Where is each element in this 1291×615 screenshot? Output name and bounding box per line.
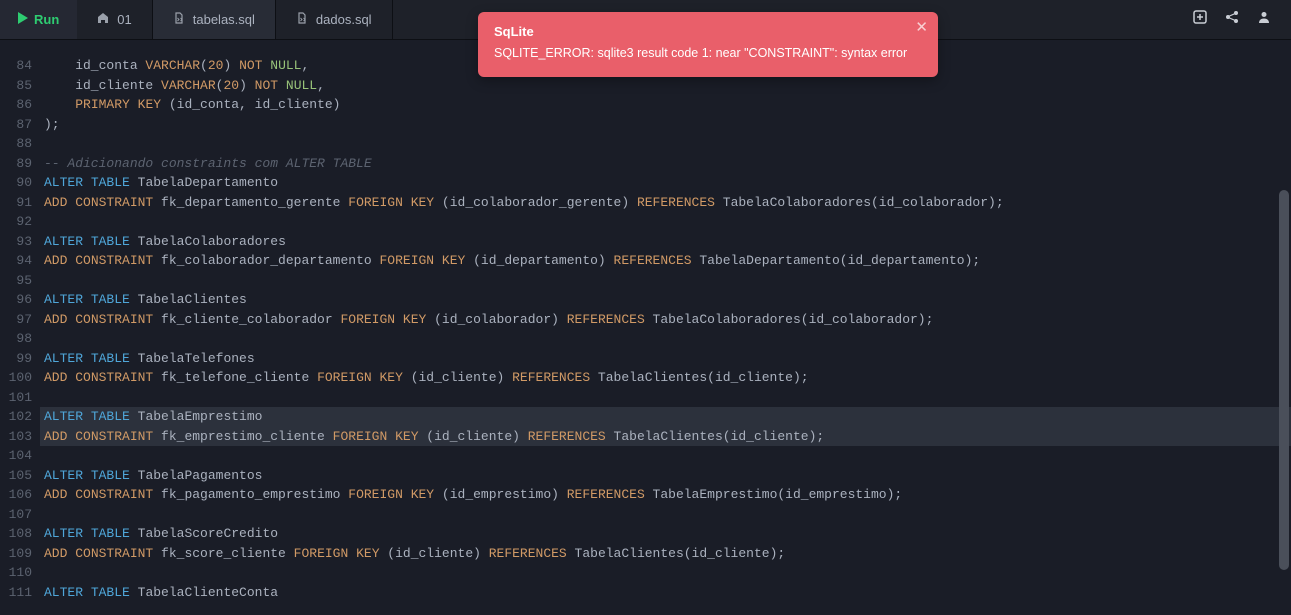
line-number: 105: [0, 466, 40, 486]
toast-title: SqLite: [494, 24, 910, 39]
line-number: 94: [0, 251, 40, 271]
line-number: 93: [0, 232, 40, 252]
code-line[interactable]: [40, 329, 1291, 349]
line-number: 85: [0, 76, 40, 96]
line-number: 102: [0, 407, 40, 427]
code-line[interactable]: [40, 563, 1291, 583]
code-line[interactable]: ALTER TABLE TabelaTelefones: [40, 349, 1291, 369]
code-line[interactable]: );: [40, 115, 1291, 135]
code-line[interactable]: ALTER TABLE TabelaScoreCredito: [40, 524, 1291, 544]
line-number: 89: [0, 154, 40, 174]
code-line[interactable]: ADD CONSTRAINT fk_cliente_colaborador FO…: [40, 310, 1291, 330]
line-number: 86: [0, 95, 40, 115]
line-number: 87: [0, 115, 40, 135]
line-number: 84: [0, 56, 40, 76]
code-line[interactable]: id_cliente VARCHAR(20) NOT NULL,: [40, 76, 1291, 96]
code-line[interactable]: ADD CONSTRAINT fk_score_cliente FOREIGN …: [40, 544, 1291, 564]
file-icon: [173, 12, 185, 27]
line-number: 110: [0, 563, 40, 583]
play-icon: [18, 12, 28, 27]
line-number: 97: [0, 310, 40, 330]
tab-01[interactable]: 01: [77, 0, 152, 39]
code-line[interactable]: [40, 134, 1291, 154]
tab-label: dados.sql: [316, 12, 372, 27]
code-line[interactable]: ADD CONSTRAINT fk_telefone_cliente FOREI…: [40, 368, 1291, 388]
run-label: Run: [34, 12, 59, 27]
code-editor[interactable]: 8485868788899091929394959697989910010110…: [0, 40, 1291, 615]
code-line[interactable]: ALTER TABLE TabelaPagamentos: [40, 466, 1291, 486]
line-number: 92: [0, 212, 40, 232]
code-line[interactable]: -- Adicionando constraints com ALTER TAB…: [40, 154, 1291, 174]
line-number: 90: [0, 173, 40, 193]
line-number: 95: [0, 271, 40, 291]
toast-message: SQLITE_ERROR: sqlite3 result code 1: nea…: [494, 45, 910, 63]
code-line[interactable]: ADD CONSTRAINT fk_emprestimo_cliente FOR…: [40, 427, 1291, 447]
code-line[interactable]: ALTER TABLE TabelaEmprestimo: [40, 407, 1291, 427]
line-number: 109: [0, 544, 40, 564]
tab-dados-sql[interactable]: dados.sql: [276, 0, 393, 39]
line-number: 108: [0, 524, 40, 544]
close-icon[interactable]: ✕: [915, 20, 928, 35]
code-line[interactable]: ADD CONSTRAINT fk_colaborador_departamen…: [40, 251, 1291, 271]
code-line[interactable]: PRIMARY KEY (id_conta, id_cliente): [40, 95, 1291, 115]
tab-label: tabelas.sql: [193, 12, 255, 27]
line-number: 99: [0, 349, 40, 369]
line-number: 100: [0, 368, 40, 388]
toolbar-right: [1193, 10, 1291, 29]
code-line[interactable]: ADD CONSTRAINT fk_pagamento_emprestimo F…: [40, 485, 1291, 505]
code-line[interactable]: [40, 271, 1291, 291]
line-number: 106: [0, 485, 40, 505]
home-icon: [97, 12, 109, 27]
run-button[interactable]: Run: [0, 0, 77, 39]
line-number: 98: [0, 329, 40, 349]
code-line[interactable]: ADD CONSTRAINT fk_departamento_gerente F…: [40, 193, 1291, 213]
line-gutter: 8485868788899091929394959697989910010110…: [0, 40, 40, 615]
line-number: 107: [0, 505, 40, 525]
user-icon[interactable]: [1257, 10, 1271, 29]
line-number: 111: [0, 583, 40, 603]
code-line[interactable]: ALTER TABLE TabelaClienteConta: [40, 583, 1291, 603]
line-number: 91: [0, 193, 40, 213]
code-line[interactable]: ALTER TABLE TabelaColaboradores: [40, 232, 1291, 252]
code-line[interactable]: ALTER TABLE TabelaDepartamento: [40, 173, 1291, 193]
line-number: 96: [0, 290, 40, 310]
file-icon: [296, 12, 308, 27]
code-area[interactable]: id_conta VARCHAR(20) NOT NULL, id_client…: [40, 40, 1291, 615]
code-line[interactable]: [40, 505, 1291, 525]
share-icon[interactable]: [1225, 10, 1239, 29]
line-number: 103: [0, 427, 40, 447]
code-line[interactable]: [40, 388, 1291, 408]
tab-label: 01: [117, 12, 131, 27]
code-line[interactable]: [40, 446, 1291, 466]
line-number: 88: [0, 134, 40, 154]
vertical-scrollbar[interactable]: [1279, 190, 1289, 570]
line-number: 104: [0, 446, 40, 466]
error-toast: ✕ SqLite SQLITE_ERROR: sqlite3 result co…: [478, 12, 938, 77]
tab-tabelas-sql[interactable]: tabelas.sql: [153, 0, 276, 39]
line-number: 101: [0, 388, 40, 408]
code-line[interactable]: [40, 212, 1291, 232]
code-line[interactable]: ALTER TABLE TabelaClientes: [40, 290, 1291, 310]
add-icon[interactable]: [1193, 10, 1207, 29]
